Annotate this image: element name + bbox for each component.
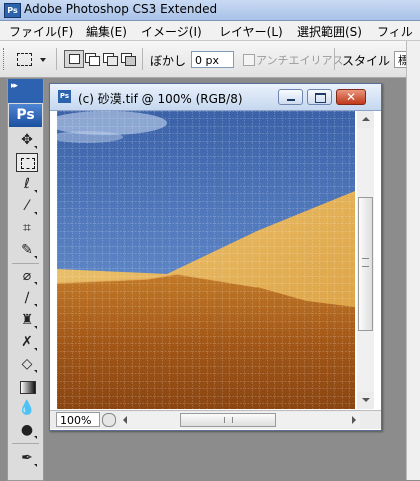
status-menu-icon[interactable] (102, 413, 116, 427)
minimize-button[interactable] (278, 89, 303, 105)
scroll-down-button[interactable] (357, 392, 374, 409)
tool-flyout-icon (34, 212, 37, 215)
subtract-from-selection-button[interactable] (100, 50, 120, 68)
tool-flyout-icon (34, 256, 37, 259)
grip-icon (362, 258, 369, 267)
intersect-selection-button[interactable] (118, 50, 138, 68)
pen-tool-icon[interactable]: ✒ (16, 449, 38, 468)
tool-flyout-icon (34, 282, 37, 285)
menu-edit[interactable]: 編集(E) (86, 23, 127, 40)
document-status-bar: 100% (50, 410, 381, 429)
move-tool-icon[interactable]: ✥ (16, 131, 38, 150)
blur-tool-icon[interactable]: 💧 (16, 399, 38, 418)
tool-flyout-icon (34, 348, 37, 351)
separator (142, 48, 146, 70)
image-canvas[interactable] (57, 111, 355, 409)
dodge-tool-icon[interactable]: ● (16, 421, 38, 440)
add-to-selection-button[interactable] (82, 50, 102, 68)
app-title: Adobe Photoshop CS3 Extended (24, 2, 218, 16)
marquee-preset-icon (17, 53, 32, 66)
close-button[interactable]: ✕ (336, 89, 366, 105)
menu-select[interactable]: 選択範囲(S) (297, 23, 362, 40)
arrow-right-icon[interactable] (352, 416, 356, 424)
arrow-down-icon (362, 398, 370, 402)
slice-tool-icon[interactable]: ✎ (16, 241, 38, 260)
collapse-icon[interactable]: ▸▸ (11, 81, 18, 91)
separator (56, 48, 60, 70)
arrow-up-icon (362, 117, 370, 121)
tool-flyout-icon (34, 190, 37, 193)
app-title-bar: Ps Adobe Photoshop CS3 Extended (0, 0, 420, 21)
lasso-tool-icon[interactable]: ℓ (16, 175, 38, 194)
document-window[interactable]: Ps (c) 砂漠.tif @ 100% (RGB/8) ✕ 100% (49, 83, 382, 431)
minimize-icon (287, 99, 295, 101)
new-selection-button[interactable] (64, 50, 84, 68)
document-title-bar[interactable]: Ps (c) 砂漠.tif @ 100% (RGB/8) ✕ (50, 84, 381, 111)
separator (12, 263, 39, 264)
horizontal-scroll-thumb[interactable] (180, 413, 276, 427)
subtract-selection-icon-part (107, 56, 118, 66)
toolbox-header[interactable]: ▸▸ (8, 79, 43, 103)
tool-flyout-icon (34, 326, 37, 329)
document-title: (c) 砂漠.tif @ 100% (RGB/8) (78, 92, 243, 106)
vertical-scrollbar[interactable] (357, 111, 374, 409)
crop-tool-icon[interactable]: ⌗ (16, 219, 38, 238)
maximize-button[interactable] (307, 89, 332, 105)
style-label: スタイル : (342, 54, 398, 68)
tool-preset-picker[interactable] (14, 50, 48, 68)
separator (334, 48, 338, 70)
photoshop-logo[interactable]: Ps (9, 104, 42, 127)
intersect-selection-icon-part (125, 56, 136, 66)
arrow-left-icon[interactable] (123, 416, 127, 424)
brush-tool-icon[interactable]: ∕ (16, 289, 38, 308)
grip-icon (224, 417, 233, 423)
menu-layer[interactable]: レイヤー(L) (219, 23, 283, 40)
tool-flyout-icon (34, 464, 37, 467)
tool-flyout-icon (34, 436, 37, 439)
feather-input[interactable]: 0 px (191, 51, 234, 68)
photoshop-app-icon: Ps (4, 3, 21, 18)
document-icon: Ps (58, 90, 71, 103)
gradient-swatch-icon (20, 381, 36, 394)
maximize-icon (315, 93, 326, 103)
magic-wand-tool-icon[interactable]: ⁄ (16, 197, 38, 216)
menu-bar: ファイル(F) 編集(E) イメージ(I) レイヤー(L) 選択範囲(S) フィ… (0, 21, 420, 41)
vertical-scroll-thumb[interactable] (358, 197, 373, 331)
tool-flyout-icon (34, 370, 37, 373)
menu-filter[interactable]: フィル (377, 23, 413, 40)
menu-file[interactable]: ファイル(F) (9, 23, 73, 40)
menu-image[interactable]: イメージ(I) (141, 23, 202, 40)
toolbox: ▸▸ Ps ✥ ℓ ⁄ ⌗ ✎ ⌀ ∕ ♜ ✗ ◇ 💧 ● ✒ (7, 79, 44, 481)
antialias-label: アンチエイリアス (256, 54, 344, 67)
panel-dock-strip[interactable] (406, 41, 420, 480)
options-bar-grip[interactable] (3, 48, 7, 70)
new-selection-icon (69, 54, 80, 64)
scroll-up-button[interactable] (357, 111, 374, 128)
zoom-level-field[interactable]: 100% (56, 412, 100, 427)
separator (12, 443, 39, 444)
feather-label: ぼかし : (150, 54, 194, 68)
tool-flyout-icon (34, 146, 37, 149)
rectangular-marquee-tool-icon[interactable] (16, 153, 38, 172)
marquee-rect-icon (21, 158, 35, 169)
add-selection-icon-part (89, 56, 100, 66)
healing-brush-tool-icon[interactable]: ⌀ (16, 267, 38, 286)
horizontal-scrollbar[interactable] (120, 412, 360, 428)
close-icon: ✕ (345, 90, 357, 104)
antialias-checkbox[interactable] (243, 54, 255, 66)
chevron-down-icon (40, 58, 46, 62)
options-bar: ぼかし : 0 px アンチエイリアス スタイル : 標準 (0, 41, 420, 78)
history-brush-tool-icon[interactable]: ✗ (16, 333, 38, 352)
clone-stamp-tool-icon[interactable]: ♜ (16, 311, 38, 330)
eraser-tool-icon[interactable]: ◇ (16, 355, 38, 374)
gradient-tool-icon[interactable] (16, 377, 38, 396)
tool-flyout-icon (34, 304, 37, 307)
desert-image (57, 111, 355, 409)
